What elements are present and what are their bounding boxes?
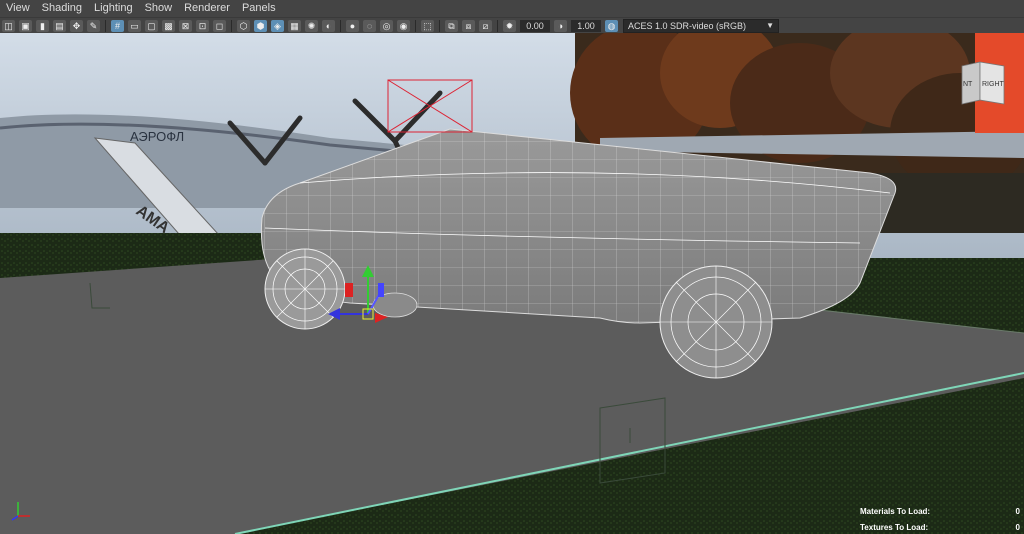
toolbar-separator	[105, 20, 106, 32]
menu-renderer[interactable]: Renderer	[178, 0, 236, 17]
exposure-icon[interactable]: ✹	[503, 20, 516, 32]
gate-mask-icon[interactable]: ▩	[162, 20, 175, 32]
wireframe-on-shaded-icon[interactable]: ◈	[271, 20, 284, 32]
axis-orientation-gizmo	[11, 502, 30, 521]
smooth-shade-icon[interactable]: ⬢	[254, 20, 267, 32]
wireframe-icon[interactable]: ⬡	[237, 20, 250, 32]
view-transform-dropdown[interactable]: ACES 1.0 SDR-video (sRGB) ▼	[623, 19, 779, 33]
use-all-lights-icon[interactable]: ✺	[305, 20, 318, 32]
view-transform-label: ACES 1.0 SDR-video (sRGB)	[628, 21, 747, 31]
menu-shading[interactable]: Shading	[36, 0, 88, 17]
anti-aliasing-icon[interactable]: ◎	[380, 20, 393, 32]
front-wheel	[659, 265, 773, 379]
viewcube[interactable]: NT RIGHT	[958, 60, 1008, 108]
3d-viewport[interactable]: АЭРОФЛ АМА NT RIGHT Materials To Load: 0…	[0, 33, 1024, 534]
menu-panels[interactable]: Panels	[236, 0, 282, 17]
2d-pan-zoom-icon[interactable]: ✥	[70, 20, 83, 32]
shadows-icon[interactable]: ◐	[322, 20, 335, 32]
screen-space-ao-icon[interactable]: ●	[346, 20, 359, 32]
airplane-text: АЭРОФЛ	[130, 129, 184, 144]
gamma-field[interactable]: 1.00	[571, 20, 601, 32]
bookmark-icon[interactable]: ▮	[36, 20, 49, 32]
depth-of-field-icon[interactable]: ◉	[397, 20, 410, 32]
toolbar-separator	[415, 20, 416, 32]
color-management-icon[interactable]: ◍	[605, 20, 618, 32]
select-camera-icon[interactable]: ◫	[2, 20, 15, 32]
toolbar-separator	[439, 20, 440, 32]
isolate-select-icon[interactable]: ⬚	[421, 20, 434, 32]
safe-action-icon[interactable]: ⊡	[196, 20, 209, 32]
xray-joints-icon[interactable]: ⧈	[462, 20, 475, 32]
hud-materials-row: Materials To Load: 0	[860, 503, 1020, 519]
resolution-gate-icon[interactable]: ▢	[145, 20, 158, 32]
textured-icon[interactable]: ▦	[288, 20, 301, 32]
viewport-menu-bar: View Shading Lighting Show Renderer Pane…	[0, 0, 1024, 17]
field-chart-icon[interactable]: ⊠	[179, 20, 192, 32]
exposure-field[interactable]: 0.00	[520, 20, 550, 32]
grease-pencil-icon[interactable]: ✎	[87, 20, 100, 32]
toolbar-separator	[497, 20, 498, 32]
hud-materials-value: 0	[1015, 506, 1020, 516]
backface-culling-icon[interactable]: ⧄	[479, 20, 492, 32]
viewcube-front-label: NT	[963, 81, 973, 88]
menu-lighting[interactable]: Lighting	[88, 0, 139, 17]
motion-blur-icon[interactable]: ◌	[363, 20, 376, 32]
heads-up-display: Materials To Load: 0 Textures To Load: 0	[860, 503, 1020, 534]
gamma-icon[interactable]: ◑	[554, 20, 567, 32]
rear-wheel	[264, 248, 346, 330]
hud-textures-row: Textures To Load: 0	[860, 519, 1020, 534]
toolbar-separator	[231, 20, 232, 32]
film-gate-icon[interactable]: ▭	[128, 20, 141, 32]
xray-icon[interactable]: ⧉	[445, 20, 458, 32]
hud-materials-label: Materials To Load:	[860, 506, 931, 516]
viewport-scene: АЭРОФЛ АМА	[0, 33, 1024, 534]
camera-attributes-icon[interactable]: ▣	[19, 20, 32, 32]
grid-icon[interactable]: #	[111, 20, 124, 32]
chevron-down-icon: ▼	[766, 21, 774, 30]
hud-textures-label: Textures To Load:	[860, 522, 929, 532]
menu-show[interactable]: Show	[139, 0, 179, 17]
menu-view[interactable]: View	[0, 0, 36, 17]
hud-textures-value: 0	[1015, 522, 1020, 532]
toolbar-separator	[340, 20, 341, 32]
safe-title-icon[interactable]: ◻	[213, 20, 226, 32]
image-plane-icon[interactable]: ▤	[53, 20, 66, 32]
viewcube-right-label: RIGHT	[982, 81, 1004, 88]
